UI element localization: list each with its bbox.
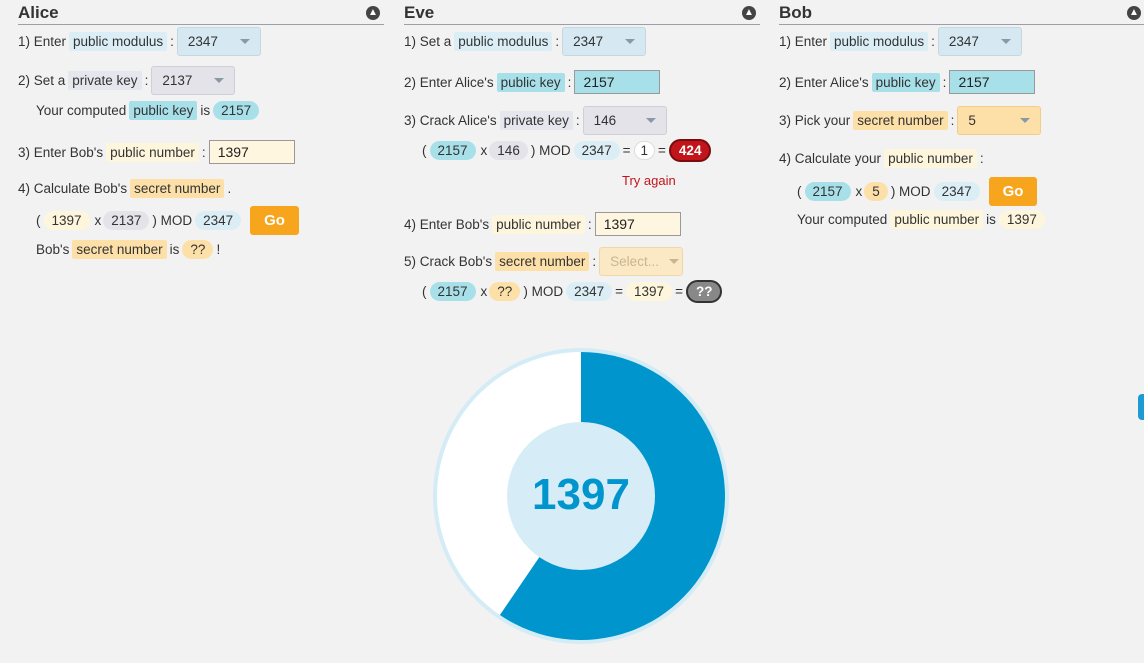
eve-header: Eve ▲ [404,0,760,25]
bob-public-number-value: 1397 [998,210,1045,229]
eve-bob-public-number-input[interactable]: 1397 [594,212,681,236]
alice-private-key-select[interactable]: 2137 [151,66,236,95]
eve-try-again: Try again [622,173,679,188]
alice-step4: 4) Calculate Bob's secret number . [18,179,232,198]
alice-header: Alice ▲ [18,0,384,25]
try-again-text: Try again [622,173,676,188]
chevron-down-icon [668,259,679,264]
term-public-number: public number [106,142,199,162]
eve-formula2-b: ?? [489,282,521,301]
collapse-bob-icon[interactable]: ▲ [1127,6,1141,20]
term-secret-number: secret number [853,111,948,130]
bob-modulus-select[interactable]: 2347 [937,27,1022,56]
alice-modulus-select[interactable]: 2347 [176,27,261,56]
bob-formula: ( 2157 x 5 ) MOD 2347 Go [797,177,1040,206]
chevron-down-icon [645,118,656,123]
eve-modulus-select[interactable]: 2347 [562,27,647,56]
eve-private-key-select[interactable]: 146 [582,106,667,135]
bob-step4: 4) Calculate your public number : [779,149,984,168]
alice-secret-value: ?? [182,240,214,259]
chevron-down-icon [214,78,225,83]
eve-alice-public-key-input[interactable]: 2157 [574,70,661,94]
bob-computed-public-number: Your computed public number is 1397 [797,210,1048,229]
term-public-key: public key [496,72,565,92]
eve-formula1-b: 146 [489,141,528,160]
bob-alice-public-key-input[interactable]: 2157 [949,70,1036,94]
bob-step3: 3) Pick your secret number : 5 [779,106,1044,135]
alice-title: Alice [18,3,59,22]
eve-panel: Eve ▲ [404,0,760,25]
eve-formula1-a: 2157 [429,141,476,160]
chevron-down-icon [1000,39,1011,44]
alice-step1: 1) Enter public modulus : 2347 [18,27,264,56]
term-secret-number: secret number [72,240,167,259]
alice-step2: 2) Set a private key : 2137 [18,66,238,95]
collapse-eve-icon[interactable]: ▲ [742,6,756,20]
eve-formula2-m: 2347 [566,282,613,301]
alice-formula-b: 2137 [103,211,150,230]
term-public-number: public number [492,214,585,234]
alice-step3: 3) Enter Bob's public number : 1397 [18,140,298,164]
bob-formula-b: 5 [864,182,888,201]
alice-formula-m: 2347 [195,211,242,230]
bob-secret-number-select[interactable]: 5 [957,106,1042,135]
bob-title: Bob [779,3,813,22]
alice-public-key-value: 2157 [213,101,260,120]
bob-formula-a: 2157 [804,182,851,201]
bob-step2: 2) Enter Alice's public key : 2157 [779,70,1038,94]
bob-formula-m: 2347 [933,182,980,201]
eve-step5: 5) Crack Bob's secret number : Select... [404,247,686,276]
collapse-alice-icon[interactable]: ▲ [366,6,380,20]
term-public-key: public key [871,72,940,92]
alice-formula-a: 1397 [43,211,90,230]
alice-formula: ( 1397 x 2137 ) MOD 2347 Go [36,206,302,235]
eve-step4: 4) Enter Bob's public number : 1397 [404,212,684,236]
bob-header: Bob ▲ [779,0,1144,25]
alice-panel: Alice ▲ [18,0,384,25]
term-public-number: public number [890,210,984,229]
eve-formula1-r: 1 [633,141,656,160]
eve-wrong-result-badge: 424 [668,139,712,162]
term-public-modulus: public modulus [830,32,929,51]
bob-step1: 1) Enter public modulus : 2347 [779,27,1025,56]
eve-step2: 2) Enter Alice's public key : 2157 [404,70,663,94]
alice-computed-public-key: Your computed public key is 2157 [36,101,262,120]
chevron-down-icon [239,39,250,44]
bob-panel: Bob ▲ [779,0,1144,25]
eve-formula1: ( 2157 x 146 ) MOD 2347 = 1 = 424 [422,139,714,162]
eve-secret-number-select[interactable]: Select... [599,247,684,276]
eve-formula2-r: 1397 [626,282,673,301]
chevron-down-icon [1020,118,1031,123]
chevron-down-icon [625,39,636,44]
term-secret-number: secret number [130,179,225,198]
term-secret-number: secret number [495,252,590,271]
term-private-key: private key [68,71,142,90]
term-public-modulus: public modulus [69,32,168,51]
term-public-number: public number [884,149,977,168]
eve-unknown-result-badge: ?? [685,280,723,303]
eve-formula1-m: 2347 [573,141,620,160]
eve-formula2: ( 2157 x ?? ) MOD 2347 = 1397 = ?? [422,280,725,303]
term-public-modulus: public modulus [454,32,553,51]
side-scroll-tab[interactable] [1138,394,1144,420]
eve-step3: 3) Crack Alice's private key : 146 [404,106,670,135]
gauge-value-label: 1397 [532,470,630,519]
eve-formula2-a: 2157 [429,282,476,301]
bob-go-button[interactable]: Go [988,177,1038,206]
eve-title: Eve [404,3,435,22]
alice-bob-public-number-input[interactable]: 1397 [208,140,295,164]
term-private-key: private key [499,111,573,130]
modulus-gauge: 1397 [433,348,729,644]
term-public-key: public key [129,101,198,120]
alice-result: Bob's secret number is ?? ! [36,240,221,259]
alice-go-button[interactable]: Go [250,206,299,235]
eve-step1: 1) Set a public modulus : 2347 [404,27,649,56]
